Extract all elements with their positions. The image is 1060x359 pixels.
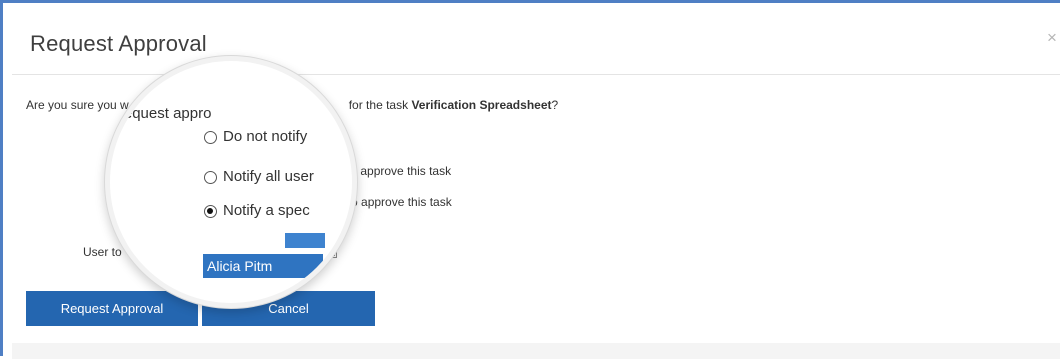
question-end: ? [551, 98, 559, 112]
option-do-not-notify[interactable]: Do not notify [223, 128, 307, 145]
magnified-question: w-t to request appro [110, 105, 212, 122]
close-icon[interactable]: × [1047, 29, 1057, 46]
title-divider [12, 74, 1060, 75]
radio-do-not-notify[interactable] [204, 131, 217, 144]
dialog-title: Request Approval [30, 31, 207, 56]
question-middle: for the task [348, 98, 409, 112]
request-approval-button[interactable]: Request Approval [26, 291, 198, 326]
magnifier-lens: w-t to request appro Do not notify Notif… [110, 61, 352, 303]
magnified-select-highlight [285, 233, 325, 248]
radio-notify-specific[interactable] [204, 205, 217, 218]
task-name: Verification Spreadsheet [411, 98, 552, 112]
user-to-notify-label: User to [83, 245, 122, 259]
request-approval-dialog: Request Approval × Are you sure you w for… [0, 0, 1060, 359]
option-notify-specific[interactable]: Notify a spec [223, 202, 310, 219]
radio-notify-all[interactable] [204, 171, 217, 184]
option-notify-all[interactable]: Notify all user [223, 168, 314, 185]
magnified-selected-user[interactable]: Alicia Pitm [203, 254, 323, 278]
dialog-footer [12, 343, 1060, 359]
